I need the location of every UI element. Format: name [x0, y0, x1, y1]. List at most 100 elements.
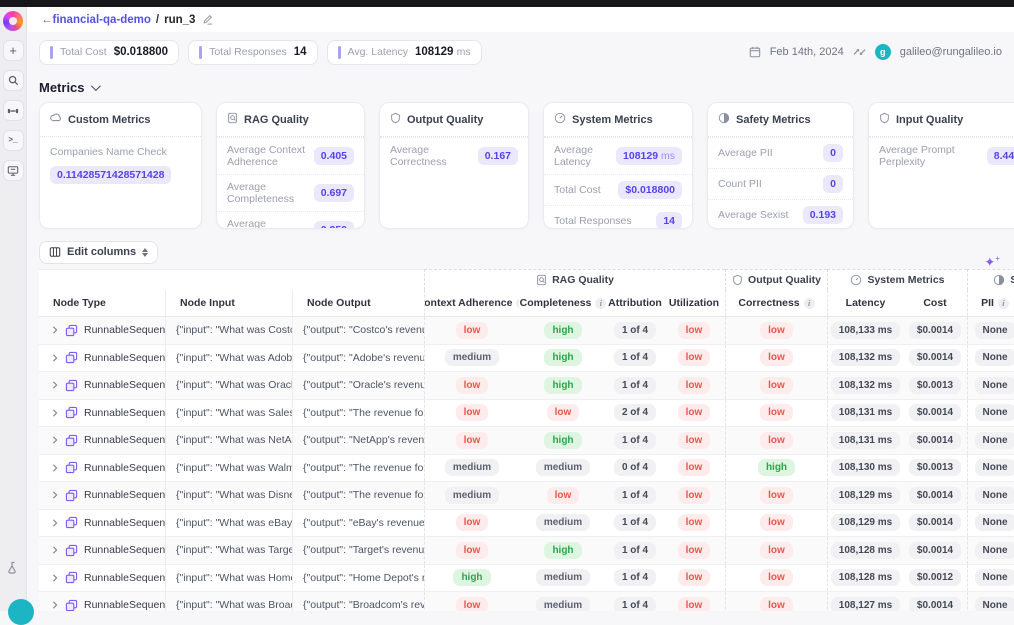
metric-label: Average Sexist: [718, 209, 788, 221]
terminal-icon: >_: [8, 136, 18, 145]
table-row[interactable]: RunnableSequence{"input": "What was Adob…: [39, 345, 1014, 373]
chevron-right-icon[interactable]: [51, 574, 59, 582]
column-header-label: Node Input: [180, 297, 235, 309]
compare-icon[interactable]: [853, 46, 866, 58]
info-icon[interactable]: i: [998, 298, 1009, 309]
stat-accent-bar: [338, 46, 341, 59]
column-header-pii[interactable]: PIIi: [967, 290, 1014, 316]
cell-latency: 108,128 ms: [827, 565, 903, 592]
metric-card-title: Custom Metrics: [68, 114, 151, 126]
rag-quality-icon: [536, 274, 547, 286]
node-output-text: {"output": "NetApp's revenue in...: [293, 434, 424, 446]
column-header-correctness[interactable]: Correctnessi: [725, 290, 827, 316]
cell-node-output: {"output": "The revenue for Wal...: [292, 455, 424, 482]
cell-completeness: high: [519, 537, 607, 564]
user-email[interactable]: galileo@rungalileo.io: [900, 46, 1002, 58]
run-date[interactable]: Feb 14th, 2024: [770, 46, 844, 58]
column-header-label: Context Adherence: [424, 297, 512, 309]
column-header-node-output[interactable]: Node Output: [292, 290, 424, 316]
chevron-right-icon[interactable]: [51, 464, 59, 472]
monitor-button[interactable]: [3, 160, 24, 181]
value-pill: $0.0012: [909, 569, 961, 586]
new-project-button[interactable]: +: [3, 40, 24, 61]
metric-card-header: Output Quality: [380, 103, 528, 137]
cell-completeness: high: [519, 427, 607, 454]
breadcrumb-back-link[interactable]: ←financial-qa-demo: [41, 14, 151, 26]
chevron-right-icon[interactable]: [51, 326, 59, 334]
console-button[interactable]: >_: [3, 130, 24, 151]
node-input-text: {"input": "What was NetApp's r...: [166, 434, 292, 446]
column-header-node-input[interactable]: Node Input: [165, 290, 292, 316]
column-header-node-type[interactable]: Node Type: [39, 290, 165, 316]
info-icon[interactable]: i: [804, 298, 815, 309]
search-button[interactable]: [3, 70, 24, 91]
table-row[interactable]: RunnableSequence{"input": "What was Broa…: [39, 592, 1014, 611]
table-row[interactable]: RunnableSequence{"input": "What was Targ…: [39, 537, 1014, 565]
cell-node-output: {"output": "Home Depot's reve...: [292, 565, 424, 592]
edit-run-name-icon[interactable]: [202, 14, 213, 25]
table-row[interactable]: RunnableSequence{"input": "What was Sale…: [39, 400, 1014, 428]
table-row[interactable]: RunnableSequence{"input": "What was Disn…: [39, 482, 1014, 510]
metrics-section-toggle[interactable]: Metrics: [39, 72, 1002, 102]
chevron-right-icon[interactable]: [51, 436, 59, 444]
column-header-attribution[interactable]: Attribution: [607, 290, 663, 316]
cell-node-output: {"output": "Oracle's revenue in ...: [292, 372, 424, 399]
metric-value-badge: 0.167: [478, 147, 518, 165]
help-bubble-button[interactable]: [8, 599, 34, 625]
table-row[interactable]: RunnableSequence{"input": "What was Orac…: [39, 372, 1014, 400]
sort-order-icon: [142, 248, 148, 257]
table-row[interactable]: RunnableSequence{"input": "What was Walm…: [39, 455, 1014, 483]
galileo-logo-icon[interactable]: [3, 11, 23, 31]
cell-cost: $0.0014: [903, 592, 967, 611]
stat-chip-total-cost: Total Cost $0.018800: [39, 40, 179, 65]
value-pill: 108,127 ms: [831, 597, 900, 611]
chevron-right-icon[interactable]: [51, 354, 59, 362]
cell-completeness: medium: [519, 565, 607, 592]
cell-context-adherence: low: [424, 510, 519, 537]
stat-accent-bar: [199, 46, 202, 59]
edit-columns-button[interactable]: Edit columns: [39, 241, 158, 264]
group-header-label: Safety Metrics: [1010, 274, 1014, 286]
table-row[interactable]: RunnableSequence{"input": "What was Cost…: [39, 317, 1014, 345]
cell-completeness: high: [519, 372, 607, 399]
info-icon[interactable]: i: [595, 298, 606, 309]
cell-node-input: {"input": "What was Costco's re...: [165, 317, 292, 344]
metric-card-row: Average Completeness0.697: [217, 174, 364, 211]
node-type-label: RunnableSequence: [84, 489, 165, 501]
value-pill: low: [760, 514, 793, 531]
value-pill: None: [975, 542, 1014, 559]
column-header-completeness[interactable]: Completenessi: [519, 290, 607, 316]
table-row[interactable]: RunnableSequence{"input": "What was NetA…: [39, 427, 1014, 455]
chevron-right-icon[interactable]: [51, 519, 59, 527]
column-header-cost[interactable]: Cost: [903, 290, 967, 316]
value-pill: None: [975, 487, 1014, 504]
cell-pii: None: [967, 537, 1014, 564]
user-avatar[interactable]: g: [875, 44, 891, 60]
value-pill: medium: [536, 569, 590, 586]
table-row[interactable]: RunnableSequence{"input": "What was Home…: [39, 565, 1014, 593]
value-pill: 1 of 4: [614, 349, 656, 366]
output-quality-icon: [390, 111, 401, 129]
column-header-utilization[interactable]: Utilization: [663, 290, 725, 316]
flask-icon[interactable]: [7, 561, 19, 579]
cell-utilization: low: [663, 565, 725, 592]
chevron-right-icon[interactable]: [51, 381, 59, 389]
table-row[interactable]: RunnableSequence{"input": "What was eBay…: [39, 510, 1014, 538]
metric-label: Average Context Adherence: [227, 144, 314, 168]
chevron-right-icon[interactable]: [51, 601, 59, 609]
chevron-right-icon[interactable]: [51, 546, 59, 554]
column-header-latency[interactable]: Latency: [827, 290, 903, 316]
monitor-icon: [7, 165, 19, 177]
group-header-label: System Metrics: [867, 274, 944, 286]
chevron-right-icon[interactable]: [51, 491, 59, 499]
value-pill: None: [975, 349, 1014, 366]
column-header-context-adherence[interactable]: Context Adherencei: [424, 290, 519, 316]
sparkles-add-metric-icon[interactable]: ✦+: [984, 254, 1000, 270]
chevron-right-icon[interactable]: [51, 409, 59, 417]
compare-runs-button[interactable]: [3, 100, 24, 121]
node-sequence-icon: [65, 434, 78, 447]
cell-cost: $0.0012: [903, 565, 967, 592]
cell-node-type: RunnableSequence: [39, 345, 165, 372]
breadcrumb-run-name: run_3: [164, 14, 195, 26]
safety-metrics-icon: [993, 274, 1005, 286]
